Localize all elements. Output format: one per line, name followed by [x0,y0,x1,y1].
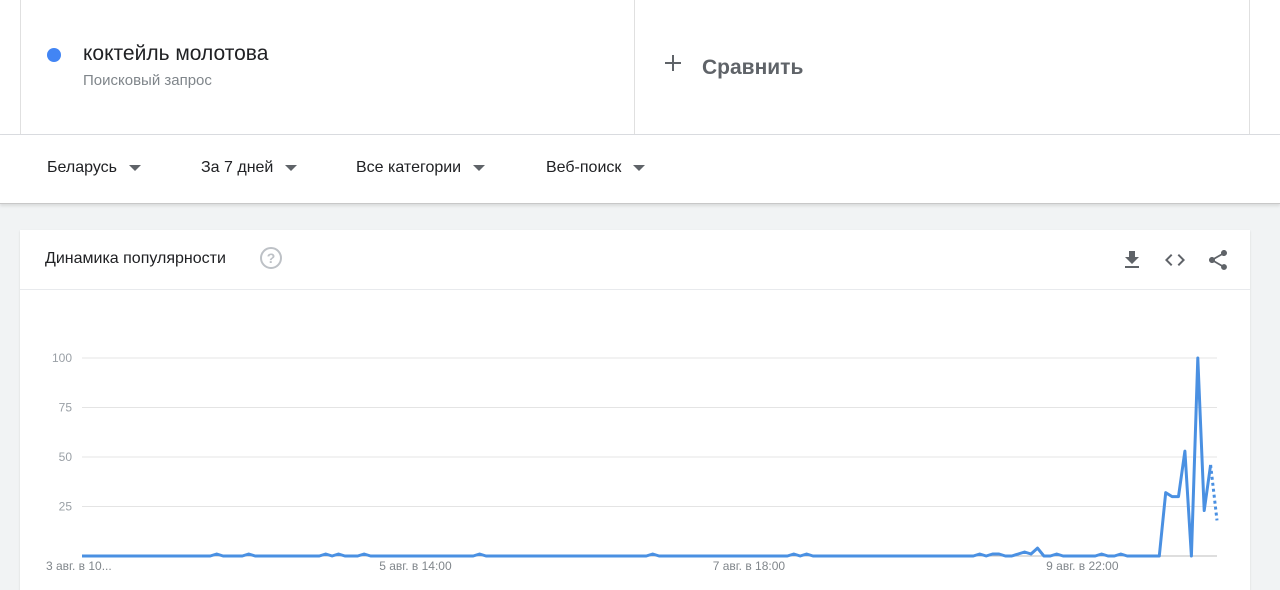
plus-icon [665,55,681,71]
search-type-filter[interactable]: Веб-поиск [546,159,646,177]
y-tick-label: 75 [59,401,73,415]
search-term-type: Поисковый запрос [83,72,212,89]
interest-chart: 25 50 75 100 3 авг. в 10... 5 авг. в 14:00 7 а… [46,351,1219,573]
y-tick-label: 100 [52,351,72,365]
card-title: Динамика популярности [45,250,226,267]
category-filter-label: Все категории [356,159,462,176]
region-filter-label: Беларусь [47,159,117,176]
interest-over-time-card: Динамика популярности ? 25 50 75 100 3 авг. … [20,230,1250,590]
search-type-filter-label: Веб-поиск [546,159,622,176]
chevron-down-icon [473,165,486,171]
x-tick-label: 3 авг. в 10... [46,559,112,573]
share-icon[interactable] [1206,248,1230,272]
category-filter[interactable]: Все категории [356,159,486,177]
time-range-filter[interactable]: За 7 дней [201,159,298,177]
chevron-down-icon [633,165,646,171]
y-tick-label: 50 [59,450,73,464]
x-tick-label: 5 авг. в 14:00 [379,559,452,573]
download-icon[interactable] [1120,248,1144,272]
time-range-filter-label: За 7 дней [201,159,274,176]
term-color-dot [47,48,61,62]
compare-label: Сравнить [702,56,804,79]
compare-button[interactable]: Сравнить [635,0,1250,134]
chevron-down-icon [285,165,298,171]
region-filter[interactable]: Беларусь [47,159,141,177]
search-term-title[interactable]: коктейль молотова [83,42,268,66]
x-tick-label: 9 авг. в 22:00 [1046,559,1119,573]
filters-bar: Беларусь За 7 дней Все категории Веб-пои… [0,135,1280,204]
search-terms-bar: коктейль молотова Поисковый запрос Сравн… [0,0,1280,135]
chevron-down-icon [128,165,141,171]
question-icon[interactable]: ? [260,247,282,269]
y-tick-label: 25 [59,500,73,514]
embed-code-icon[interactable] [1163,248,1187,272]
x-tick-label: 7 авг. в 18:00 [713,559,786,573]
search-term-card[interactable]: коктейль молотова Поисковый запрос [20,0,635,134]
card-header: Динамика популярности ? [20,230,1250,290]
partial-data-line [1209,464,1219,521]
